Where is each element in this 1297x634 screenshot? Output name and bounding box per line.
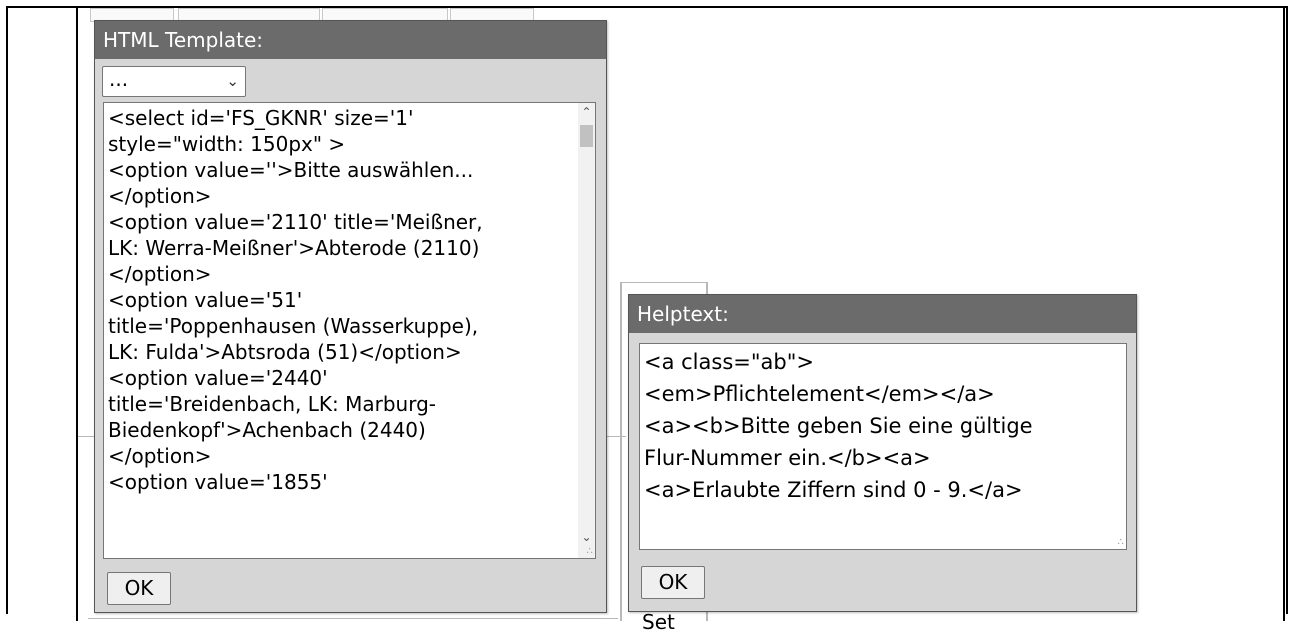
helptext-code-lines: <a class="ab"> <em>Pflichtelement</em></a… bbox=[644, 346, 1122, 506]
code-line: <a>Erlaubte Ziffern sind 0 - 9.</a> bbox=[644, 478, 1023, 502]
template-code-textarea[interactable]: <select id='FS_GKNR' size='1' style="widt… bbox=[103, 102, 596, 559]
template-ok-button[interactable]: OK bbox=[107, 572, 171, 605]
background-line bbox=[620, 282, 622, 621]
template-select[interactable]: ... ⌄ bbox=[102, 66, 246, 97]
code-line: <option value=''>Bitte auswählen... bbox=[108, 158, 474, 182]
code-line: </option> bbox=[108, 184, 212, 208]
dialog-title: HTML Template: bbox=[95, 21, 606, 59]
scroll-thumb[interactable] bbox=[580, 125, 593, 147]
code-line: <option value='2110' title='Meißner, bbox=[108, 210, 483, 234]
column-divider bbox=[76, 8, 78, 621]
code-line: <a><b>Bitte geben Sie eine gültige bbox=[644, 414, 1033, 438]
code-line: <option value='1855' bbox=[108, 470, 328, 494]
chevron-down-icon: ⌄ bbox=[226, 72, 239, 90]
code-line: LK: Werra-Meißner'>Abterode (2110) bbox=[108, 236, 480, 260]
template-scrollbar[interactable]: ⌃ ⌄ bbox=[578, 103, 595, 558]
scroll-up-icon[interactable]: ⌃ bbox=[578, 103, 595, 121]
resize-grip-icon[interactable]: ∴ bbox=[587, 547, 593, 557]
code-line: </option> bbox=[108, 262, 212, 286]
helptext-dialog: Helptext: <a class="ab"> <em>Pflichteleme… bbox=[628, 294, 1137, 612]
code-line: </option> bbox=[108, 444, 212, 468]
column-divider-right bbox=[1283, 8, 1285, 621]
code-line: <select id='FS_GKNR' size='1' bbox=[108, 106, 414, 130]
code-line: <em>Pflichtelement</em></a> bbox=[644, 382, 995, 406]
code-line: <option value='51' bbox=[108, 288, 303, 312]
code-line: style="width: 150px" > bbox=[108, 132, 346, 156]
code-line: <option value='2440' bbox=[108, 366, 328, 390]
background-line bbox=[620, 282, 708, 283]
helptext-textarea[interactable]: <a class="ab"> <em>Pflichtelement</em></a… bbox=[639, 343, 1127, 550]
html-template-dialog: HTML Template: ... ⌄ <select id='FS_GKNR… bbox=[94, 20, 607, 613]
template-code-lines: <select id='FS_GKNR' size='1' style="widt… bbox=[108, 105, 591, 495]
code-line: LK: Fulda'>Abtsroda (51)</option> bbox=[108, 340, 462, 364]
background-line bbox=[606, 436, 626, 437]
scroll-down-icon[interactable]: ⌄ bbox=[578, 528, 595, 546]
background-set-button[interactable]: Set bbox=[642, 610, 675, 634]
code-line: Biedenkopf'>Achenbach (2440) bbox=[108, 418, 426, 442]
background-line bbox=[88, 618, 618, 619]
template-select-value: ... bbox=[109, 67, 129, 91]
dialog-title: Helptext: bbox=[629, 295, 1136, 333]
helptext-ok-button[interactable]: OK bbox=[641, 566, 705, 599]
resize-grip-icon[interactable]: ∴ bbox=[1118, 538, 1124, 548]
code-line: title='Breidenbach, LK: Marburg- bbox=[108, 392, 436, 416]
code-line: title='Poppenhausen (Wasserkuppe), bbox=[108, 314, 479, 338]
code-line: Flur-Nummer ein.</b><a> bbox=[644, 446, 931, 470]
code-line: <a class="ab"> bbox=[644, 350, 814, 374]
